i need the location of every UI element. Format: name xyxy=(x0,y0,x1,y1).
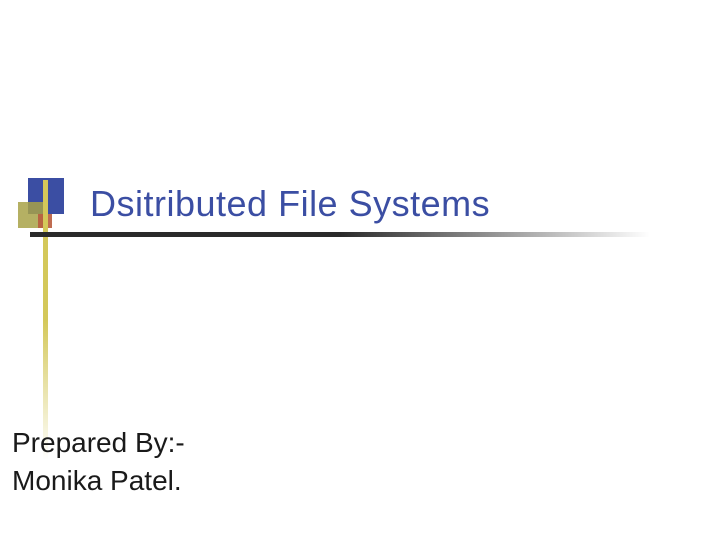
author-name: Monika Patel. xyxy=(12,462,185,500)
vertical-accent-line xyxy=(43,180,48,460)
horizontal-divider-line xyxy=(30,232,650,237)
author-block: Prepared By:- Monika Patel. xyxy=(12,424,185,500)
author-label: Prepared By:- xyxy=(12,424,185,462)
slide-title: Dsitributed File Systems xyxy=(90,183,490,225)
